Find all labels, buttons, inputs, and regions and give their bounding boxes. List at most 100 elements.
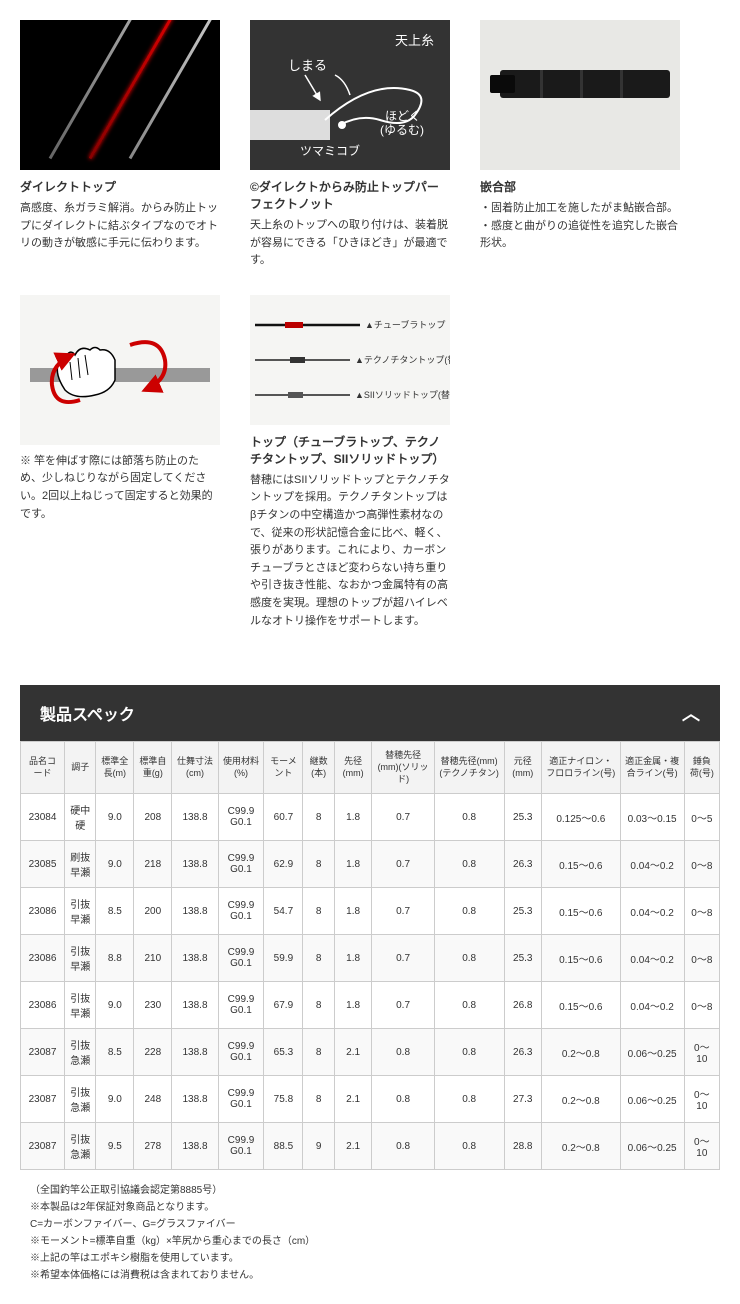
table-cell: 0.2～0.8 [542, 1076, 621, 1123]
table-cell: C99.9 G0.1 [218, 1076, 264, 1123]
table-cell: 0.7 [372, 935, 434, 982]
table-header-row: 品名コード調子標準全長(m)標準自重(g)仕舞寸法(cm)使用材料(%)モーメン… [21, 742, 720, 794]
table-header: 標準自重(g) [134, 742, 172, 794]
chevron-up-icon: ︿ [682, 700, 700, 726]
table-header: 調子 [64, 742, 95, 794]
table-header: 錘負荷(号) [684, 742, 719, 794]
table-cell: 138.8 [172, 1029, 218, 1076]
table-cell: 26.3 [504, 841, 541, 888]
table-cell: 208 [134, 794, 172, 841]
joint-image [480, 20, 680, 170]
table-cell: 138.8 [172, 1076, 218, 1123]
table-cell: 0.7 [372, 841, 434, 888]
table-cell: 0～8 [684, 935, 719, 982]
feature-title: トップ（チューブラトップ、テクノチタントップ、SIIソリッドトップ） [250, 433, 450, 467]
table-header: 替穂先径(mm)(ソリッド) [372, 742, 434, 794]
table-cell: 0.8 [434, 1123, 504, 1170]
table-cell: 8 [303, 794, 334, 841]
table-cell: 刷抜早瀬 [64, 841, 95, 888]
table-cell: 138.8 [172, 794, 218, 841]
table-cell: 0.2～0.8 [542, 1029, 621, 1076]
table-cell: 0～10 [684, 1123, 719, 1170]
table-cell: 0.2～0.8 [542, 1123, 621, 1170]
table-cell: C99.9 G0.1 [218, 794, 264, 841]
feature-desc: 高感度、糸ガラミ解消。からみ防止トップにダイレクトに結ぶタイプなのでオトリの動き… [20, 200, 220, 253]
table-cell: 1.8 [334, 794, 371, 841]
features-section: ダイレクトトップ 高感度、糸ガラミ解消。からみ防止トップにダイレクトに結ぶタイプ… [20, 20, 720, 655]
svg-text:(ゆるむ): (ゆるむ) [380, 123, 424, 137]
table-cell: 0.8 [372, 1123, 434, 1170]
feature-desc: ・固着防止加工を施したがま鮎嵌合部。 ・感度と曲がりの追従性を追究した嵌合形状。 [480, 200, 680, 253]
table-cell: 0.8 [434, 888, 504, 935]
table-cell: 8 [303, 935, 334, 982]
table-cell: 0.8 [434, 1029, 504, 1076]
table-cell: 0～10 [684, 1076, 719, 1123]
svg-text:▲テクノチタントップ(替穂): ▲テクノチタントップ(替穂) [355, 354, 450, 365]
table-header: 替穂先径(mm)(テクノチタン) [434, 742, 504, 794]
feature-direct-top: ダイレクトトップ 高感度、糸ガラミ解消。からみ防止トップにダイレクトに結ぶタイプ… [20, 20, 220, 270]
table-cell: 0.8 [372, 1029, 434, 1076]
table-cell: 23084 [21, 794, 65, 841]
table-cell: 75.8 [264, 1076, 303, 1123]
table-cell: 引抜早瀬 [64, 982, 95, 1029]
table-cell: C99.9 G0.1 [218, 1123, 264, 1170]
note-line: ※上記の竿はエポキシ樹脂を使用しています。 [30, 1250, 710, 1267]
table-row: 23084硬中硬9.0208138.8C99.9 G0.160.781.80.7… [21, 794, 720, 841]
table-cell: 8 [303, 1029, 334, 1076]
table-cell: 0.06～0.25 [620, 1029, 684, 1076]
spec-table: 品名コード調子標準全長(m)標準自重(g)仕舞寸法(cm)使用材料(%)モーメン… [20, 741, 720, 1170]
table-header: 適正金属・複合ライン(号) [620, 742, 684, 794]
table-cell: 0.06～0.25 [620, 1076, 684, 1123]
note-line: （全国釣竿公正取引協議会認定第8885号） [30, 1182, 710, 1199]
feature-desc: 替穂にはSIIソリッドトップとテクノチタントップを採用。テクノチタントップはβチ… [250, 472, 450, 630]
svg-text:ツマミコブ: ツマミコブ [300, 143, 360, 158]
table-cell: 引抜早瀬 [64, 888, 95, 935]
table-cell: 67.9 [264, 982, 303, 1029]
table-cell: 8.8 [96, 935, 134, 982]
feature-tops: ▲チューブラトップ ▲テクノチタントップ(替穂) ▲SIIソリッドトップ(替穂)… [250, 295, 450, 630]
table-cell: 0.15～0.6 [542, 982, 621, 1029]
table-cell: 0.8 [434, 1076, 504, 1123]
svg-text:しまる: しまる [288, 58, 327, 73]
table-row: 23087引抜急瀬9.0248138.8C99.9 G0.175.882.10.… [21, 1076, 720, 1123]
feature-title: ©ダイレクトからみ防止トップパーフェクトノット [250, 178, 450, 212]
table-row: 23086引抜早瀬8.8210138.8C99.9 G0.159.981.80.… [21, 935, 720, 982]
table-cell: 2.1 [334, 1123, 371, 1170]
table-notes: （全国釣竿公正取引協議会認定第8885号）※本製品は2年保証対象商品となります。… [20, 1182, 720, 1284]
table-cell: 0.15～0.6 [542, 841, 621, 888]
svg-text:ほどく: ほどく [385, 109, 421, 123]
table-cell: 引抜急瀬 [64, 1076, 95, 1123]
feature-twist: ※ 竿を伸ばす際には節落ち防止のため、少しねじりながら固定してください。2回以上… [20, 295, 220, 630]
table-row: 23085刷抜早瀬9.0218138.8C99.9 G0.162.981.80.… [21, 841, 720, 888]
svg-text:天上糸: 天上糸 [395, 33, 434, 48]
table-cell: 28.8 [504, 1123, 541, 1170]
table-cell: 0.04～0.2 [620, 982, 684, 1029]
feature-desc: ※ 竿を伸ばす際には節落ち防止のため、少しねじりながら固定してください。2回以上… [20, 453, 220, 523]
svg-text:▲チューブラトップ: ▲チューブラトップ [365, 319, 445, 330]
table-cell: 0.06～0.25 [620, 1123, 684, 1170]
table-row: 23087引抜急瀬9.5278138.8C99.9 G0.188.592.10.… [21, 1123, 720, 1170]
table-cell: 引抜急瀬 [64, 1029, 95, 1076]
table-cell: 138.8 [172, 888, 218, 935]
table-cell: 9.0 [96, 1076, 134, 1123]
table-cell: 引抜急瀬 [64, 1123, 95, 1170]
feature-title: ダイレクトトップ [20, 178, 220, 195]
table-cell: C99.9 G0.1 [218, 888, 264, 935]
table-cell: 1.8 [334, 841, 371, 888]
table-cell: C99.9 G0.1 [218, 841, 264, 888]
spec-header[interactable]: 製品スペック ︿ [20, 685, 720, 741]
table-cell: 27.3 [504, 1076, 541, 1123]
table-cell: 0～8 [684, 888, 719, 935]
table-cell: 230 [134, 982, 172, 1029]
table-cell: 1.8 [334, 888, 371, 935]
table-cell: C99.9 G0.1 [218, 935, 264, 982]
table-cell: 0.8 [434, 841, 504, 888]
table-cell: 23086 [21, 935, 65, 982]
table-cell: 2.1 [334, 1029, 371, 1076]
table-cell: 59.9 [264, 935, 303, 982]
table-cell: 8.5 [96, 888, 134, 935]
tops-image: ▲チューブラトップ ▲テクノチタントップ(替穂) ▲SIIソリッドトップ(替穂) [250, 295, 450, 425]
table-cell: 0.7 [372, 982, 434, 1029]
table-cell: 8 [303, 1076, 334, 1123]
table-cell: 25.3 [504, 935, 541, 982]
